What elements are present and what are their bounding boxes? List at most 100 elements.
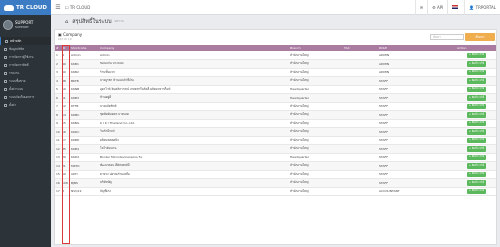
table-cell: 21: [61, 161, 70, 171]
sidebar-item[interactable]: ตั้งค่าระบบ: [0, 85, 51, 93]
sidebar-item[interactable]: ระบบจัดเก็บเอกสาร: [0, 93, 51, 101]
table-row: 12 85 KKB4 โคโรด้อนวน สำนักงานใหญ่ STAFF + สิท…: [55, 144, 496, 154]
table-cell: Headquarter: [289, 153, 343, 162]
table-cell: ACCOUNTANT: [378, 187, 456, 196]
table-cell: 20: [61, 153, 70, 162]
action-cell: + สิทธิ์การใช้: [456, 85, 496, 94]
add-permission-button[interactable]: + สิทธิ์การใช้: [466, 171, 487, 178]
add-permission-button[interactable]: + สิทธิ์การใช้: [466, 137, 487, 144]
menu-item-icon: [4, 103, 7, 107]
table-cell: Admin: [99, 51, 289, 60]
table-row: 7 12 KTTB บางบลัดซิกส์ สำนักงานใหญ่ STAFF + สิ…: [55, 102, 496, 111]
sidebar-item[interactable]: ตั้งค่า: [0, 101, 51, 109]
table-cell: [343, 161, 378, 171]
company-table: # ID Shortcode Company Branch TAX ROLE Action 1…: [55, 45, 496, 196]
add-permission-button[interactable]: + สิทธิ์การใช้: [466, 129, 487, 135]
sidebar-item-label: รายงาน: [9, 70, 20, 75]
language-selector[interactable]: [447, 0, 464, 15]
add-permission-button[interactable]: + สิทธิ์การใช้: [466, 86, 487, 93]
table-cell: วินก้ามีกลจ์: [99, 127, 289, 137]
sidebar: TR CLOUD SUPPORT SUPPORT หน้าหลัก ข้อมูลบ…: [0, 0, 51, 247]
sidebar-item-label: ตั้งค่าระบบ: [9, 86, 24, 91]
sidebar-item-label: ระบบซื้อขาย: [9, 78, 26, 83]
add-permission-button[interactable]: + สิทธิ์การใช้: [466, 112, 487, 118]
action-cell: + สิทธิ์การใช้: [456, 170, 496, 179]
add-permission-button[interactable]: + สิทธิ์การใช้: [466, 180, 487, 186]
add-permission-button[interactable]: + สิทธิ์การใช้: [466, 61, 487, 67]
table-cell: [343, 153, 378, 162]
cloud-icon: [4, 4, 14, 11]
table-cell: STAFF: [378, 161, 456, 171]
add-permission-button[interactable]: + สิทธิ์การใช้: [466, 52, 487, 58]
add-permission-button[interactable]: + สิทธิ์การใช้: [466, 78, 487, 84]
sidebar-item[interactable]: หน้าหลัก: [0, 37, 51, 45]
table-cell: 8: [61, 187, 70, 196]
sidebar-nav: หน้าหลัก ข้อมูลบริษัท การจัดการผู้ใช้งานกา…: [0, 37, 51, 109]
table-cell: STAFF: [378, 153, 456, 162]
table-cell: STAFF: [378, 170, 456, 179]
menu-item-icon: [4, 87, 7, 91]
add-permission-button[interactable]: + สิทธิ์การใช้: [466, 154, 487, 161]
action-cell: + สิทธิ์การใช้: [456, 161, 496, 171]
api-menu[interactable]: ⚙ API: [427, 0, 447, 15]
menu-item-icon: [4, 63, 7, 67]
menu-icon[interactable]: ☰: [51, 0, 65, 15]
action-cell: + สิทธิ์การใช้: [456, 119, 496, 128]
table-cell: ตายวง ปอรณกำมเหลือ: [99, 170, 289, 179]
table-cell: STAFF: [378, 119, 456, 128]
table-cell: KKDC: [70, 127, 99, 137]
table-cell: บางบลัดซิกส์: [99, 102, 289, 111]
table-cell: BKTB: [70, 76, 99, 86]
add-permission-button[interactable]: + สิทธิ์การใช้: [466, 95, 487, 101]
table-row: 1 4 Admin Admin สำนักงานใหญ่ ADMIN + สิทธิ์การ…: [55, 51, 496, 60]
table-cell: ขอนแก่น บางแบบ: [99, 59, 289, 69]
search-button[interactable]: ค้นหา: [465, 33, 495, 41]
user-profile[interactable]: SUPPORT SUPPORT: [0, 15, 51, 35]
add-permission-button[interactable]: + สิทธิ์การใช้: [466, 120, 487, 127]
table-cell: STAFF: [378, 136, 456, 145]
table-row: 13 20 KKDX Border Microdevicensons 5L Headqu…: [55, 153, 496, 162]
table-cell: [343, 136, 378, 145]
table-cell: 90: [61, 59, 70, 69]
action-cell: + สิทธิ์การใช้: [456, 93, 496, 103]
sidebar-item[interactable]: ข้อมูลบริษัท: [0, 45, 51, 53]
sidebar-item[interactable]: ระบบซื้อขาย: [0, 77, 51, 85]
table-cell: [343, 119, 378, 128]
topbar-title[interactable]: ☐ TR CLOUD: [65, 5, 90, 10]
home-icon[interactable]: ⌂: [65, 19, 68, 25]
user-menu[interactable]: 👤 TRPORTAL: [464, 0, 500, 15]
action-cell: + สิทธิ์การใช้: [456, 136, 496, 145]
sidebar-item-label: การจัดการผู้ใช้งาน: [9, 54, 34, 59]
sidebar-item[interactable]: รายงาน: [0, 69, 51, 77]
table-cell: 16: [61, 127, 70, 137]
table-cell: สำนักงานใหญ่: [289, 119, 343, 128]
add-permission-button[interactable]: + สิทธิ์การใช้: [466, 188, 487, 195]
add-permission-button[interactable]: + สิทธิ์การใช้: [466, 69, 487, 76]
table-cell: K I K I Thailand Co.,Ltd.: [99, 119, 289, 128]
table-row: 6 11 KKB3 บ้านอยู่ดี Headquarter STAFF + สิทธิ…: [55, 93, 496, 103]
table-cell: [343, 51, 378, 60]
sidebar-item[interactable]: การจัดการสิทธิ์: [0, 61, 51, 69]
brand-name: TR CLOUD: [16, 4, 47, 11]
table-row: 3 60 KKB2 ร้านขั้นแรก สำนักงานใหญ่ ADMIN + สิท…: [55, 68, 496, 77]
table-row: 14 21 MKTO พัฒนาค่อน ดีดิสเพลย์มี สำนักงานให…: [55, 161, 496, 171]
table-row: 10 16 KKDC วินก้ามีกลจ์ สำนักงานใหญ่ STAFF + ส…: [55, 127, 496, 137]
table-cell: STAFF: [378, 85, 456, 94]
table-cell: Border Microdevicensons 5L: [99, 153, 289, 162]
table-cell: สำนักงานใหญ่: [289, 144, 343, 154]
brand-logo[interactable]: TR CLOUD: [0, 0, 51, 15]
add-permission-button[interactable]: + สิทธิ์การใช้: [466, 163, 487, 169]
table-cell: บ้านอยู่ดี: [99, 93, 289, 103]
table-cell: [343, 76, 378, 86]
table-cell: KKB3: [70, 93, 99, 103]
sidebar-item[interactable]: การจัดการผู้ใช้งาน: [0, 53, 51, 61]
table-cell: สำนักงานใหญ่: [289, 110, 343, 120]
menu-item-icon: [4, 55, 7, 59]
table-cell: ADMIN: [378, 59, 456, 69]
add-permission-button[interactable]: + สิทธิ์การใช้: [466, 146, 487, 152]
card-subtitle: ผลรวม 19: [58, 37, 72, 41]
mail-icon[interactable]: ✉: [414, 0, 427, 15]
search-input[interactable]: ค้นหา: [430, 34, 464, 40]
add-permission-button[interactable]: + สิทธิ์การใช้: [466, 103, 487, 110]
table-cell: 50: [61, 170, 70, 179]
